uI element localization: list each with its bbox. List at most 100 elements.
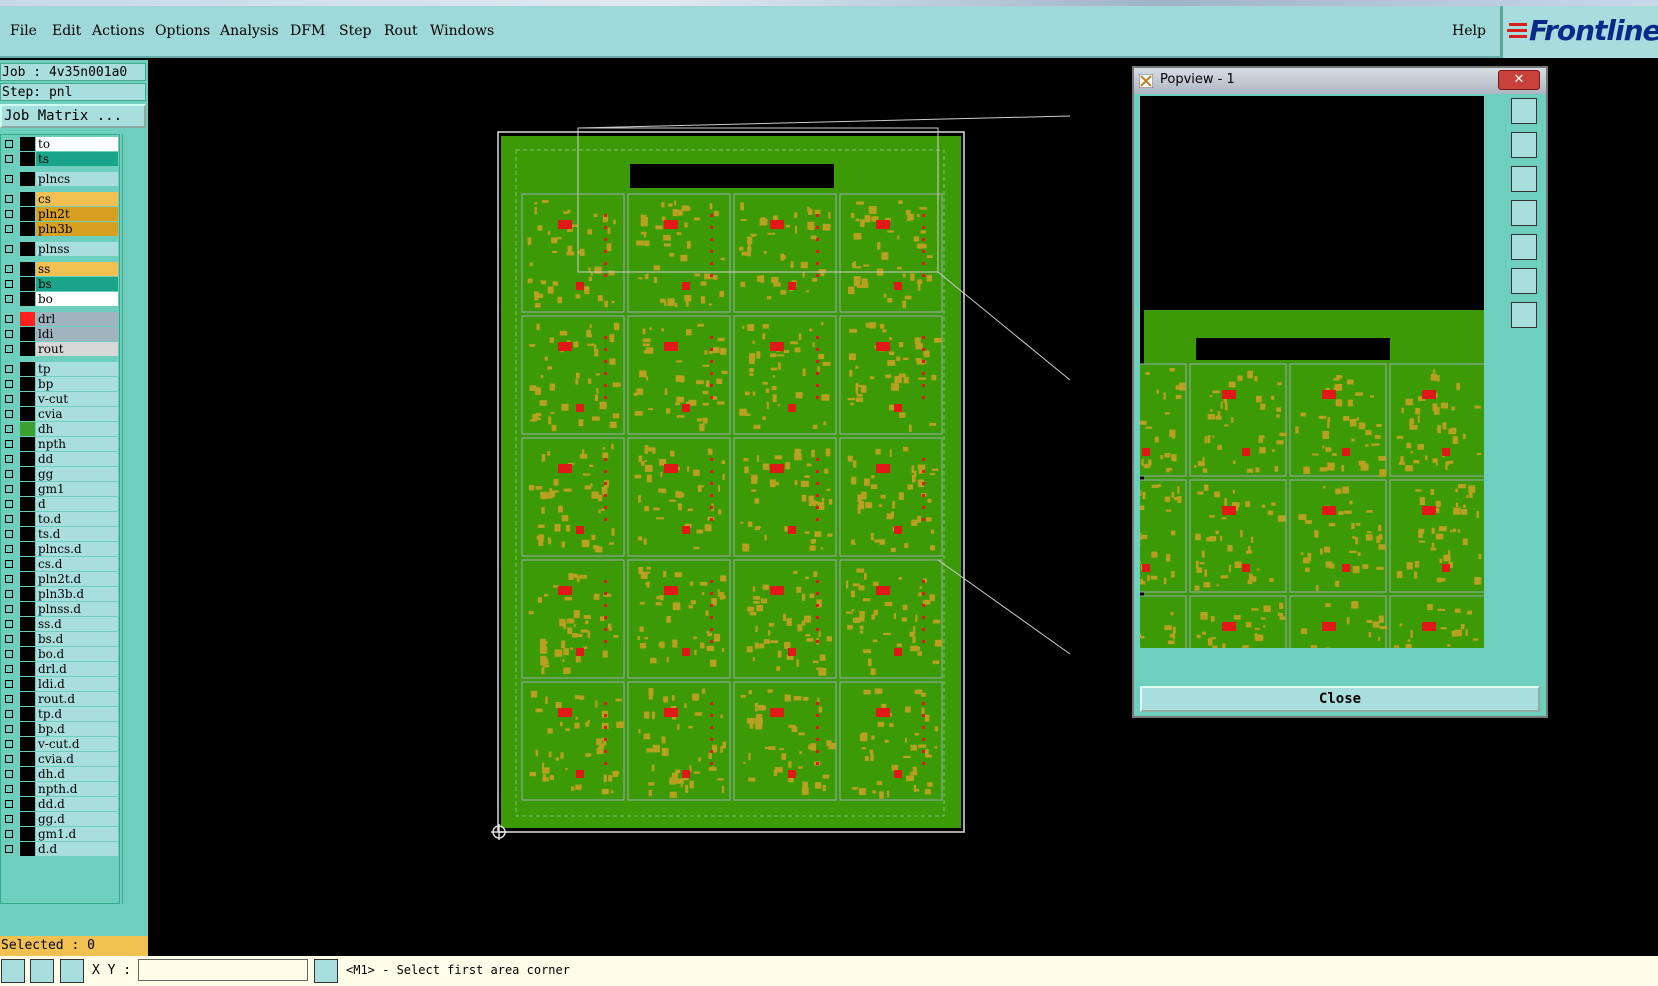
layer-row-ss[interactable]: ss — [2, 262, 120, 277]
layer-color-swatch[interactable] — [20, 172, 35, 186]
layer-color-swatch[interactable] — [20, 137, 35, 151]
layer-color-swatch[interactable] — [20, 327, 35, 341]
layer-visibility-checkbox[interactable] — [5, 620, 13, 628]
layer-name[interactable]: to.d — [36, 512, 118, 526]
layer-visibility-checkbox[interactable] — [5, 650, 13, 658]
layer-visibility-checkbox[interactable] — [5, 545, 13, 553]
layer-row-tp-d[interactable]: tp.d — [2, 707, 120, 722]
popview-close-icon[interactable]: ✕ — [1498, 70, 1540, 90]
layer-name[interactable]: bp.d — [36, 722, 118, 736]
layer-color-swatch[interactable] — [20, 242, 35, 256]
layer-color-swatch[interactable] — [20, 452, 35, 466]
layer-color-swatch[interactable] — [20, 797, 35, 811]
layer-row-ldi-d[interactable]: ldi.d — [2, 677, 120, 692]
layer-row-ts-d[interactable]: ts.d — [2, 527, 120, 542]
layer-color-swatch[interactable] — [20, 827, 35, 841]
layer-color-swatch[interactable] — [20, 587, 35, 601]
layer-visibility-checkbox[interactable] — [5, 140, 13, 148]
layer-row-d-d[interactable]: d.d — [2, 842, 120, 857]
menu-analysis[interactable]: Analysis — [220, 23, 279, 39]
layer-color-swatch[interactable] — [20, 647, 35, 661]
popview-zoom-home-icon[interactable] — [1511, 98, 1537, 124]
layer-visibility-checkbox[interactable] — [5, 560, 13, 568]
popview-canvas[interactable] — [1140, 96, 1484, 648]
measure-mode-icon[interactable] — [30, 959, 54, 983]
menu-file[interactable]: File — [10, 23, 37, 39]
layer-color-swatch[interactable] — [20, 152, 35, 166]
layer-color-swatch[interactable] — [20, 392, 35, 406]
layer-row-d[interactable]: d — [2, 497, 120, 512]
popview-pan-left-icon[interactable] — [1511, 200, 1537, 226]
layer-row-tp[interactable]: tp — [2, 362, 120, 377]
layer-visibility-checkbox[interactable] — [5, 725, 13, 733]
layer-color-swatch[interactable] — [20, 497, 35, 511]
layer-name[interactable]: plnss — [36, 242, 118, 256]
layer-row-pln2t-d[interactable]: pln2t.d — [2, 572, 120, 587]
layer-list-scrollbar[interactable] — [122, 134, 146, 904]
layer-name[interactable]: d.d — [36, 842, 118, 856]
layer-color-swatch[interactable] — [20, 207, 35, 221]
menu-dfm[interactable]: DFM — [290, 23, 325, 39]
layer-name[interactable]: pln2t — [36, 207, 118, 221]
layer-name[interactable]: ldi — [36, 327, 118, 341]
layer-color-swatch[interactable] — [20, 842, 35, 856]
layer-visibility-checkbox[interactable] — [5, 455, 13, 463]
layer-color-swatch[interactable] — [20, 362, 35, 376]
layer-name[interactable]: dd — [36, 452, 118, 466]
layer-name[interactable]: gm1 — [36, 482, 118, 496]
layer-name[interactable]: dh — [36, 422, 118, 436]
snap-mode-icon[interactable] — [1, 959, 25, 983]
layer-row-npth-d[interactable]: npth.d — [2, 782, 120, 797]
grid-mode-icon[interactable] — [60, 959, 84, 983]
layer-row-ts[interactable]: ts — [2, 152, 120, 167]
layer-color-swatch[interactable] — [20, 557, 35, 571]
job-matrix-button[interactable]: Job Matrix ... — [0, 104, 146, 128]
menu-step[interactable]: Step — [339, 23, 371, 39]
layer-name[interactable]: bs — [36, 277, 118, 291]
layer-name[interactable]: ts — [36, 152, 118, 166]
layer-name[interactable]: npth — [36, 437, 118, 451]
layer-color-swatch[interactable] — [20, 377, 35, 391]
layer-color-swatch[interactable] — [20, 752, 35, 766]
layer-row-bp[interactable]: bp — [2, 377, 120, 392]
layer-row-dh[interactable]: dh — [2, 422, 120, 437]
layer-visibility-checkbox[interactable] — [5, 155, 13, 163]
layer-row-ldi[interactable]: ldi — [2, 327, 120, 342]
popview-titlebar[interactable]: Popview - 1 ✕ — [1134, 68, 1546, 94]
layer-color-swatch[interactable] — [20, 722, 35, 736]
layer-row-cvia[interactable]: cvia — [2, 407, 120, 422]
layer-row-gg-d[interactable]: gg.d — [2, 812, 120, 827]
layer-visibility-checkbox[interactable] — [5, 225, 13, 233]
layer-visibility-checkbox[interactable] — [5, 530, 13, 538]
layer-name[interactable]: bo.d — [36, 647, 118, 661]
layer-name[interactable]: drl — [36, 312, 118, 326]
layer-name[interactable]: drl.d — [36, 662, 118, 676]
layer-visibility-checkbox[interactable] — [5, 695, 13, 703]
layer-visibility-checkbox[interactable] — [5, 425, 13, 433]
layer-visibility-checkbox[interactable] — [5, 800, 13, 808]
layer-visibility-checkbox[interactable] — [5, 295, 13, 303]
layer-visibility-checkbox[interactable] — [5, 395, 13, 403]
layer-visibility-checkbox[interactable] — [5, 635, 13, 643]
layer-name[interactable]: ss — [36, 262, 118, 276]
layer-visibility-checkbox[interactable] — [5, 740, 13, 748]
layer-color-swatch[interactable] — [20, 677, 35, 691]
menu-rout[interactable]: Rout — [384, 23, 418, 39]
layer-row-to[interactable]: to — [2, 137, 120, 152]
layer-row-gm1-d[interactable]: gm1.d — [2, 827, 120, 842]
layer-row-bo-d[interactable]: bo.d — [2, 647, 120, 662]
layer-visibility-checkbox[interactable] — [5, 245, 13, 253]
layer-visibility-checkbox[interactable] — [5, 210, 13, 218]
layer-row-cs-d[interactable]: cs.d — [2, 557, 120, 572]
menu-actions[interactable]: Actions — [92, 23, 145, 39]
layer-name[interactable]: dd.d — [36, 797, 118, 811]
popview-zoom-out-icon[interactable] — [1511, 302, 1537, 328]
layer-name[interactable]: bs.d — [36, 632, 118, 646]
layer-visibility-checkbox[interactable] — [5, 265, 13, 273]
layer-color-swatch[interactable] — [20, 262, 35, 276]
layer-name[interactable]: npth.d — [36, 782, 118, 796]
layer-name[interactable]: plnss.d — [36, 602, 118, 616]
layer-color-swatch[interactable] — [20, 482, 35, 496]
layer-row-plnss-d[interactable]: plnss.d — [2, 602, 120, 617]
layer-name[interactable]: dh.d — [36, 767, 118, 781]
